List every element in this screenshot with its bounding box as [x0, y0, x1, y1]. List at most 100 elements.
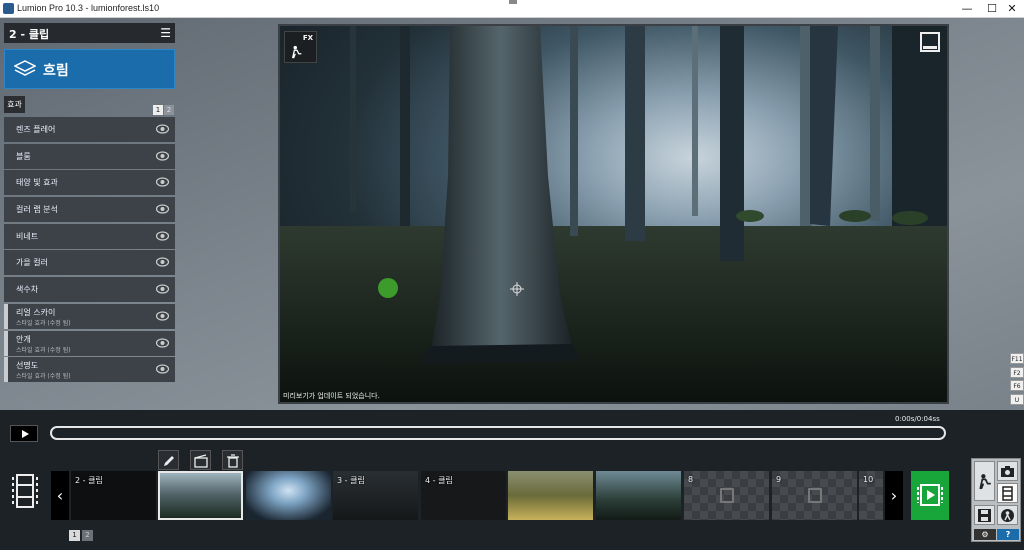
clip-header: 2 - 클립 ☰ — [4, 23, 175, 43]
fx-badge-label: FX — [302, 34, 313, 42]
effect-label: 리얼 스카이 — [16, 307, 56, 317]
viewport-maximize-button[interactable] — [920, 32, 940, 52]
key-f2[interactable]: F2 — [1010, 367, 1024, 378]
eye-icon[interactable] — [156, 151, 169, 161]
edit-clip-button[interactable] — [158, 450, 179, 470]
eye-icon[interactable] — [156, 284, 169, 294]
render-film-icon — [917, 484, 943, 506]
effect-real-sky[interactable]: 리얼 스카이 스타일 효과 (수정 됨) — [4, 303, 175, 329]
effect-sun-light[interactable]: 태양 빛 효과 — [4, 170, 175, 196]
effect-label: 가을 컬러 — [16, 258, 48, 268]
effect-chromatic-aberration[interactable]: 색수차 — [4, 277, 175, 303]
mode-button-flow[interactable]: 흐림 — [4, 49, 175, 89]
clip-thumbnail[interactable]: 3 - 클립 — [333, 471, 418, 520]
film-strip-icon[interactable] — [12, 473, 38, 509]
eye-icon[interactable] — [156, 124, 169, 134]
clip-empty-slot[interactable]: 10 — [859, 471, 883, 520]
scene-viewport[interactable]: FX 미리보기가 업데이트 되었습니다. — [278, 24, 949, 404]
floppy-save-icon — [978, 509, 991, 522]
clips-prev-button[interactable]: ‹ — [51, 471, 69, 520]
settings-gear-icon[interactable]: ⚙ — [974, 529, 996, 540]
build-mode-button[interactable] — [974, 461, 995, 501]
effect-label: 비네트 — [16, 231, 39, 241]
trash-icon — [227, 454, 239, 468]
effect-vignette[interactable]: 비네트 — [4, 223, 175, 249]
film-placeholder-icon — [808, 488, 822, 503]
effect-color-analysis[interactable]: 컬러 랩 분석 — [4, 197, 175, 223]
fx-badge[interactable]: FX — [284, 31, 317, 63]
key-f6[interactable]: F6 — [1010, 380, 1024, 391]
360-panorama-button[interactable] — [997, 505, 1018, 525]
effect-sharpness[interactable]: 선명도 스타일 효과 (수정 됨) — [4, 357, 175, 383]
render-movie-button[interactable] — [911, 471, 949, 520]
effect-sublabel: 스타일 효과 (수정 됨) — [16, 319, 71, 327]
eye-icon[interactable] — [156, 337, 169, 348]
effect-label: 컬러 랩 분석 — [16, 205, 58, 215]
clips-page-1[interactable]: 1 — [69, 530, 80, 541]
effects-list: 렌즈 플레어 블룸 태양 빛 효과 컬러 랩 분석 비네트 가을 컬러 색수차 … — [4, 117, 175, 384]
eye-icon[interactable] — [156, 231, 169, 241]
effect-label: 색수차 — [16, 285, 39, 295]
clips-page-2[interactable]: 2 — [82, 530, 93, 541]
film-icon — [1002, 486, 1013, 501]
effect-label: 렌즈 플레어 — [16, 125, 56, 134]
help-button[interactable]: ? — [997, 529, 1019, 540]
clip-empty-slot[interactable]: 8 — [684, 471, 769, 520]
photo-mode-button[interactable] — [997, 461, 1018, 481]
layers-icon — [14, 60, 36, 76]
clip-empty-slot[interactable]: 9 — [772, 471, 857, 520]
globe-person-icon — [1001, 509, 1014, 522]
window-titlebar: Lumion Pro 10.3 - lumionforest.ls10 — ☐ … — [0, 0, 1024, 18]
window-title: Lumion Pro 10.3 - lumionforest.ls10 — [17, 3, 160, 13]
clips-next-button[interactable]: › — [885, 471, 903, 520]
drag-grip-icon[interactable] — [509, 0, 517, 4]
play-button[interactable] — [10, 425, 38, 442]
clip-thumbnail[interactable] — [596, 471, 681, 520]
effect-autumn-color[interactable]: 가을 컬러 — [4, 250, 175, 276]
preview-status: 미리보기가 업데이트 되었습니다. — [283, 392, 380, 400]
film-placeholder-icon — [720, 488, 734, 503]
mode-label: 흐림 — [43, 63, 69, 79]
minimize-button[interactable]: — — [955, 2, 979, 16]
crosshair-icon — [510, 282, 524, 296]
eye-icon[interactable] — [156, 177, 169, 187]
clip-thumbnail[interactable]: 4 - 클립 — [421, 471, 506, 520]
mode-toolbox: ⚙ ? — [971, 458, 1021, 542]
clip-thumbnail[interactable]: 2 - 클립 — [71, 471, 156, 520]
pencil-icon — [164, 456, 174, 466]
close-button[interactable]: ✕ — [1000, 2, 1024, 16]
timeline-scrubber[interactable] — [50, 426, 946, 440]
clip-label: 4 - 클립 — [425, 476, 453, 485]
eye-icon[interactable] — [156, 204, 169, 214]
save-button[interactable] — [974, 505, 995, 525]
clip-label: 10 — [863, 475, 874, 484]
effect-sublabel: 스타일 효과 (수정 됨) — [16, 346, 71, 354]
effects-page-1[interactable]: 1 — [153, 105, 163, 115]
effect-lens-flare[interactable]: 렌즈 플레어 — [4, 117, 175, 142]
clip-label: 3 - 클립 — [337, 476, 365, 485]
clip-label: 2 - 클립 — [75, 476, 103, 485]
builder-icon — [979, 474, 991, 490]
effects-tab[interactable]: 효과 — [4, 96, 25, 113]
movie-mode-button[interactable] — [997, 483, 1018, 503]
clip-thumbnail[interactable] — [246, 471, 331, 520]
clip-settings-button[interactable] — [190, 450, 211, 470]
clip-label: 8 — [688, 475, 694, 484]
effect-fog[interactable]: 안개 스타일 효과 (수정 됨) — [4, 330, 175, 356]
effect-bloom[interactable]: 블룸 — [4, 143, 175, 169]
effect-label: 안개 — [16, 334, 31, 344]
clip-title: 2 - 클립 — [9, 28, 50, 41]
effect-label: 태양 빛 효과 — [16, 178, 58, 188]
key-f11[interactable]: F11 — [1010, 353, 1024, 364]
delete-clip-button[interactable] — [222, 450, 243, 470]
eye-icon[interactable] — [156, 311, 169, 321]
person-icon — [291, 45, 302, 59]
effect-label: 선명도 — [16, 361, 39, 371]
menu-icon[interactable]: ☰ — [160, 26, 171, 40]
clip-thumbnail-selected[interactable] — [158, 471, 243, 520]
effects-page-2[interactable]: 2 — [164, 105, 174, 115]
eye-icon[interactable] — [156, 364, 169, 374]
key-u[interactable]: U — [1010, 394, 1024, 405]
clip-thumbnail[interactable] — [508, 471, 593, 520]
eye-icon[interactable] — [156, 257, 169, 268]
